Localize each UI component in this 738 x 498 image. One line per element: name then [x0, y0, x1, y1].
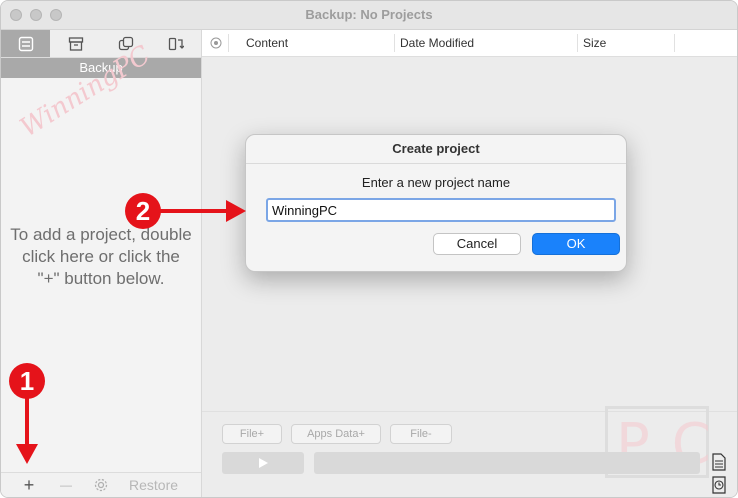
table-header: Content Date Modified Size — [202, 30, 737, 57]
column-content[interactable]: Content — [246, 36, 288, 50]
gear-icon — [94, 478, 108, 492]
dialog-title: Create project — [246, 135, 626, 164]
column-date-modified[interactable]: Date Modified — [400, 36, 474, 50]
create-project-dialog: Create project Enter a new project name … — [245, 134, 627, 272]
column-size[interactable]: Size — [583, 36, 606, 50]
column-separator — [674, 34, 675, 52]
tab-sync[interactable] — [151, 30, 200, 57]
cancel-button[interactable]: Cancel — [433, 233, 521, 255]
project-name-input[interactable] — [266, 198, 616, 222]
title-bar: Backup: No Projects — [1, 1, 737, 30]
column-separator — [394, 34, 395, 52]
sync-icon — [168, 37, 184, 50]
document-icon[interactable] — [711, 453, 727, 471]
restore-button[interactable]: Restore — [129, 477, 178, 493]
status-icons — [709, 453, 731, 495]
sidebar-footer: + — Restore — [1, 472, 201, 497]
add-file-button[interactable]: File+ — [222, 424, 282, 444]
empty-hint[interactable]: To add a project, double click here or c… — [9, 224, 193, 290]
arrowhead-right-icon — [226, 200, 246, 222]
dialog-prompt: Enter a new project name — [361, 175, 511, 190]
play-icon — [259, 458, 268, 468]
run-backup-button[interactable] — [222, 452, 304, 474]
history-clock-icon[interactable] — [711, 476, 727, 494]
tab-archive[interactable] — [51, 30, 100, 57]
callout-badge-2: 2 — [125, 193, 161, 229]
progress-bar — [314, 452, 700, 474]
action-bar: PC File+ Apps Data+ File- — [202, 406, 737, 497]
callout-arrow-2 — [158, 209, 232, 213]
ok-button[interactable]: OK — [532, 233, 620, 255]
add-apps-data-button[interactable]: Apps Data+ — [291, 424, 381, 444]
callout-arrow-1 — [25, 396, 29, 448]
remove-file-button[interactable]: File- — [390, 424, 452, 444]
callout-badge-1: 1 — [9, 363, 45, 399]
column-options-icon[interactable] — [210, 37, 222, 49]
sidebar-tabs — [1, 30, 201, 58]
add-project-button[interactable]: + — [15, 473, 43, 497]
tab-backup[interactable] — [1, 30, 50, 57]
sidebar[interactable]: Backup WinningPC To add a project, doubl… — [1, 30, 202, 497]
archive-box-icon — [68, 36, 83, 51]
column-separator — [577, 34, 578, 52]
list-icon — [18, 36, 33, 51]
settings-button[interactable] — [89, 473, 113, 497]
column-separator — [228, 34, 229, 52]
arrowhead-down-icon — [16, 444, 38, 464]
window-title: Backup: No Projects — [305, 7, 433, 22]
remove-project-button[interactable]: — — [53, 473, 79, 497]
